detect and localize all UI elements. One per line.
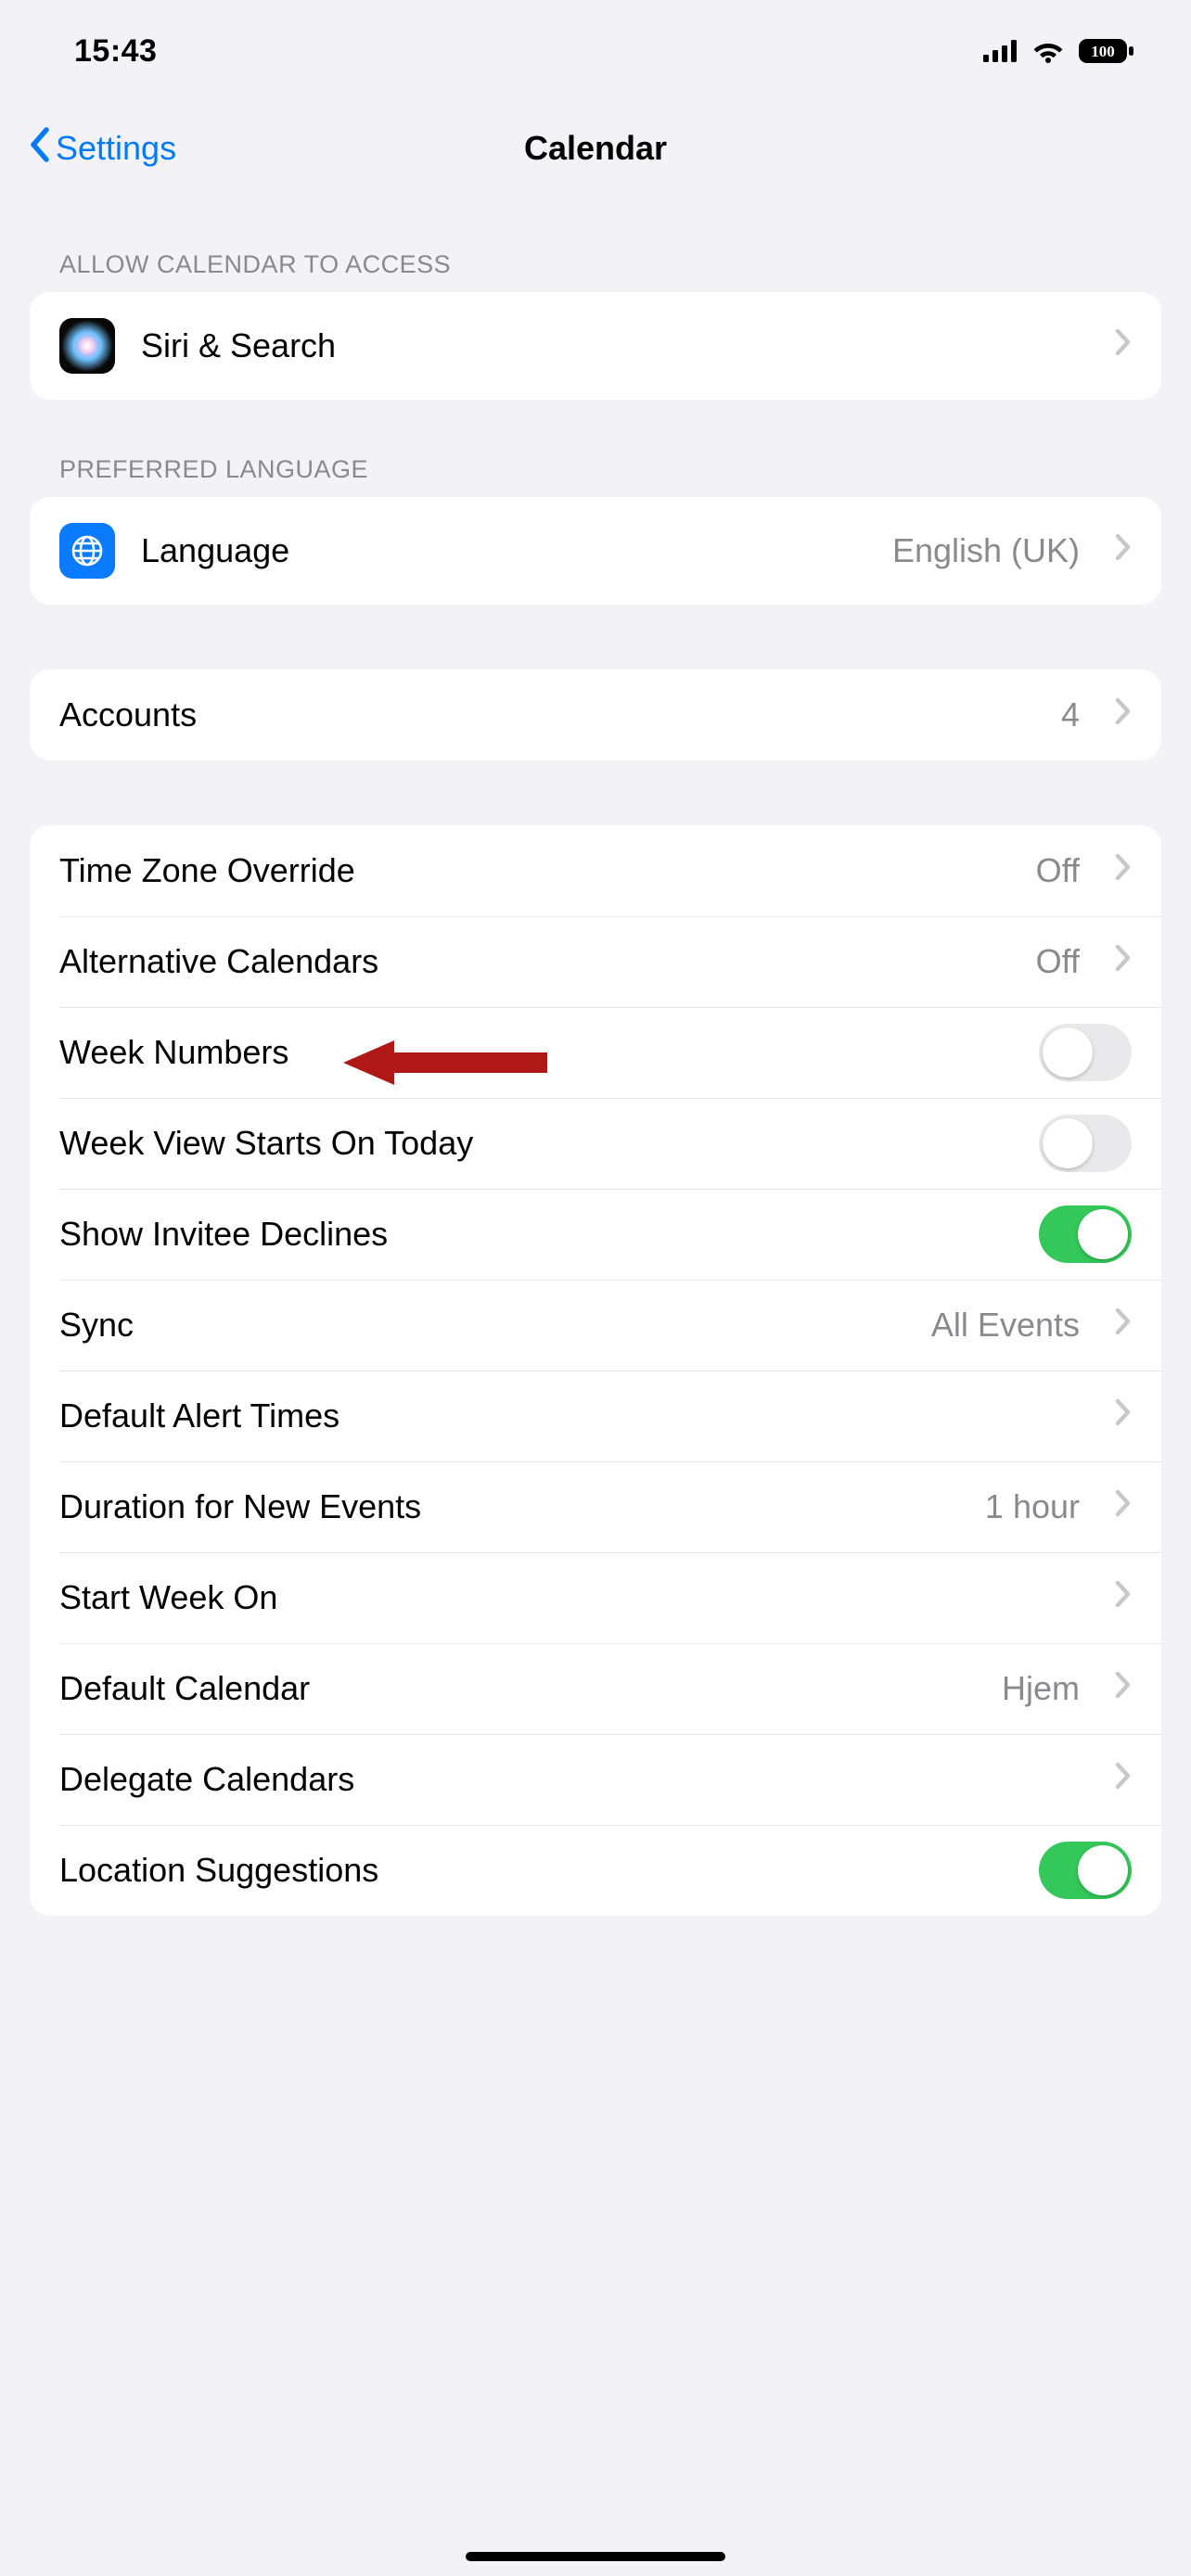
row-label: Delegate Calendars — [59, 1760, 1080, 1799]
row-timezone-override[interactable]: Time Zone Override Off — [30, 825, 1161, 916]
row-label: Siri & Search — [141, 326, 1080, 365]
row-default-alert-times[interactable]: Default Alert Times — [30, 1371, 1161, 1461]
row-default-calendar[interactable]: Default Calendar Hjem — [30, 1643, 1161, 1734]
row-detail: All Events — [931, 1306, 1080, 1345]
row-label: Sync — [59, 1306, 905, 1345]
cellular-icon — [983, 40, 1018, 62]
row-label: Default Calendar — [59, 1669, 976, 1708]
row-detail: 1 hour — [985, 1487, 1080, 1526]
chevron-right-icon — [1115, 1762, 1132, 1798]
chevron-right-icon — [1115, 697, 1132, 733]
row-label: Location Suggestions — [59, 1851, 1013, 1890]
row-location-suggestions: Location Suggestions — [30, 1825, 1161, 1916]
chevron-left-icon — [28, 126, 50, 172]
row-duration-new-events[interactable]: Duration for New Events 1 hour — [30, 1461, 1161, 1552]
row-week-view-starts-today: Week View Starts On Today — [30, 1098, 1161, 1189]
row-label: Duration for New Events — [59, 1487, 959, 1526]
globe-icon — [59, 523, 115, 579]
status-bar: 15:43 100 — [0, 0, 1191, 102]
back-button[interactable]: Settings — [28, 126, 176, 172]
toggle-week-view-starts-today[interactable] — [1039, 1115, 1132, 1172]
chevron-right-icon — [1115, 1580, 1132, 1616]
row-label: Language — [141, 531, 866, 570]
siri-icon — [59, 318, 115, 374]
row-label: Week Numbers — [59, 1033, 1013, 1072]
row-label: Start Week On — [59, 1578, 1080, 1617]
group-settings: Time Zone Override Off Alternative Calen… — [30, 825, 1161, 1916]
row-language[interactable]: Language English (UK) — [30, 497, 1161, 605]
chevron-right-icon — [1115, 853, 1132, 889]
chevron-right-icon — [1115, 1307, 1132, 1344]
row-detail: English (UK) — [892, 531, 1080, 570]
page-title: Calendar — [0, 129, 1191, 168]
chevron-right-icon — [1115, 533, 1132, 569]
row-delegate-calendars[interactable]: Delegate Calendars — [30, 1734, 1161, 1825]
row-label: Time Zone Override — [59, 851, 1010, 890]
chevron-right-icon — [1115, 944, 1132, 980]
section-header-language: PREFERRED LANGUAGE — [0, 400, 1191, 497]
row-label: Accounts — [59, 695, 1035, 734]
back-label: Settings — [56, 129, 176, 168]
svg-text:100: 100 — [1091, 43, 1115, 60]
row-detail: 4 — [1061, 695, 1080, 734]
nav-bar: Settings Calendar — [0, 102, 1191, 195]
status-indicators: 100 — [983, 38, 1135, 64]
status-time: 15:43 — [74, 33, 157, 70]
toggle-week-numbers[interactable] — [1039, 1024, 1132, 1081]
row-show-invitee-declines: Show Invitee Declines — [30, 1189, 1161, 1280]
row-detail: Hjem — [1002, 1669, 1080, 1708]
chevron-right-icon — [1115, 1489, 1132, 1525]
section-header-access: ALLOW CALENDAR TO ACCESS — [0, 195, 1191, 292]
row-label: Default Alert Times — [59, 1396, 1080, 1435]
group-accounts: Accounts 4 — [30, 670, 1161, 760]
content: ALLOW CALENDAR TO ACCESS Siri & Search P… — [0, 195, 1191, 1953]
row-start-week-on[interactable]: Start Week On — [30, 1552, 1161, 1643]
row-label: Show Invitee Declines — [59, 1215, 1013, 1254]
toggle-location-suggestions[interactable] — [1039, 1842, 1132, 1899]
group-language: Language English (UK) — [30, 497, 1161, 605]
row-detail: Off — [1036, 942, 1080, 981]
row-sync[interactable]: Sync All Events — [30, 1280, 1161, 1371]
row-label: Week View Starts On Today — [59, 1124, 1013, 1163]
battery-icon: 100 — [1078, 38, 1135, 64]
chevron-right-icon — [1115, 328, 1132, 364]
wifi-icon — [1031, 39, 1065, 63]
row-label: Alternative Calendars — [59, 942, 1010, 981]
row-detail: Off — [1036, 851, 1080, 890]
row-alternative-calendars[interactable]: Alternative Calendars Off — [30, 916, 1161, 1007]
home-indicator — [466, 2552, 725, 2561]
toggle-show-invitee-declines[interactable] — [1039, 1205, 1132, 1263]
row-week-numbers: Week Numbers — [30, 1007, 1161, 1098]
group-access: Siri & Search — [30, 292, 1161, 400]
row-accounts[interactable]: Accounts 4 — [30, 670, 1161, 760]
chevron-right-icon — [1115, 1671, 1132, 1707]
row-siri-search[interactable]: Siri & Search — [30, 292, 1161, 400]
chevron-right-icon — [1115, 1398, 1132, 1435]
